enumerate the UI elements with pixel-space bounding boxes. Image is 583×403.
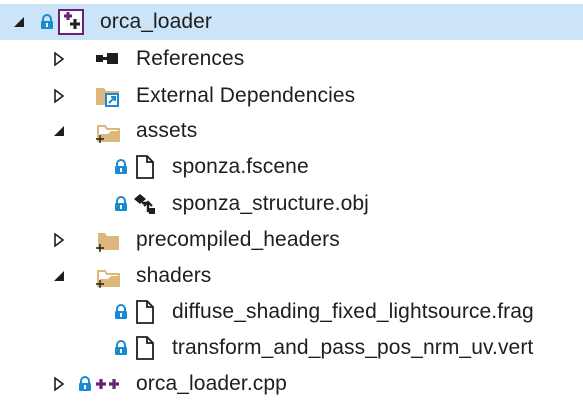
filter-folder-icon xyxy=(95,263,121,289)
tree-row-orca-loader-cpp[interactable]: orca_loader.cpp xyxy=(0,366,583,402)
tree-item-label: precompiled_headers xyxy=(136,228,340,251)
cpp-file-icon xyxy=(95,371,121,397)
tree-row-precompiled-headers[interactable]: precompiled_headers xyxy=(0,222,583,258)
tree-row-project[interactable]: orca_loader xyxy=(0,4,583,40)
references-icon xyxy=(95,46,121,72)
external-dependencies-icon xyxy=(95,83,121,109)
tree-row-sponza-fscene[interactable]: sponza.fscene xyxy=(0,149,583,185)
lock-icon xyxy=(114,340,128,356)
obj-file-icon xyxy=(132,191,158,217)
collapse-arrow-icon[interactable] xyxy=(48,113,70,149)
solution-explorer-tree: orca_loader References External Dependen… xyxy=(0,0,583,403)
expand-arrow-icon[interactable] xyxy=(48,222,70,258)
cpp-project-icon xyxy=(58,9,84,35)
tree-item-label: orca_loader.cpp xyxy=(136,372,287,395)
tree-item-label: shaders xyxy=(136,264,212,287)
lock-icon xyxy=(114,304,128,320)
tree-row-sponza-structure-obj[interactable]: sponza_structure.obj xyxy=(0,186,583,222)
filter-folder-icon xyxy=(95,227,121,253)
file-icon xyxy=(132,299,158,325)
tree-item-label: diffuse_shading_fixed_lightsource.frag xyxy=(172,300,534,323)
tree-item-label: sponza_structure.obj xyxy=(172,192,369,215)
tree-item-label: transform_and_pass_pos_nrm_uv.vert xyxy=(172,336,534,359)
collapse-arrow-icon[interactable] xyxy=(8,4,30,40)
tree-row-shaders[interactable]: shaders xyxy=(0,258,583,294)
expand-arrow-icon[interactable] xyxy=(48,78,70,114)
lock-icon xyxy=(78,376,92,392)
expand-arrow-icon[interactable] xyxy=(48,41,70,77)
lock-icon xyxy=(40,14,54,30)
tree-item-label: assets xyxy=(136,119,198,142)
expand-arrow-icon[interactable] xyxy=(48,366,70,402)
lock-icon xyxy=(114,159,128,175)
lock-icon xyxy=(114,196,128,212)
tree-item-label: sponza.fscene xyxy=(172,155,309,178)
tree-row-frag-shader[interactable]: diffuse_shading_fixed_lightsource.frag xyxy=(0,294,583,330)
tree-item-label: External Dependencies xyxy=(136,84,356,107)
tree-row-external-dependencies[interactable]: External Dependencies xyxy=(0,78,583,114)
tree-row-vert-shader[interactable]: transform_and_pass_pos_nrm_uv.vert xyxy=(0,330,583,366)
tree-row-references[interactable]: References xyxy=(0,41,583,77)
filter-folder-icon xyxy=(95,118,121,144)
tree-row-assets[interactable]: assets xyxy=(0,113,583,149)
file-icon xyxy=(132,335,158,361)
tree-item-label: References xyxy=(136,47,245,70)
project-name: orca_loader xyxy=(100,10,213,33)
file-icon xyxy=(132,154,158,180)
collapse-arrow-icon[interactable] xyxy=(48,258,70,294)
